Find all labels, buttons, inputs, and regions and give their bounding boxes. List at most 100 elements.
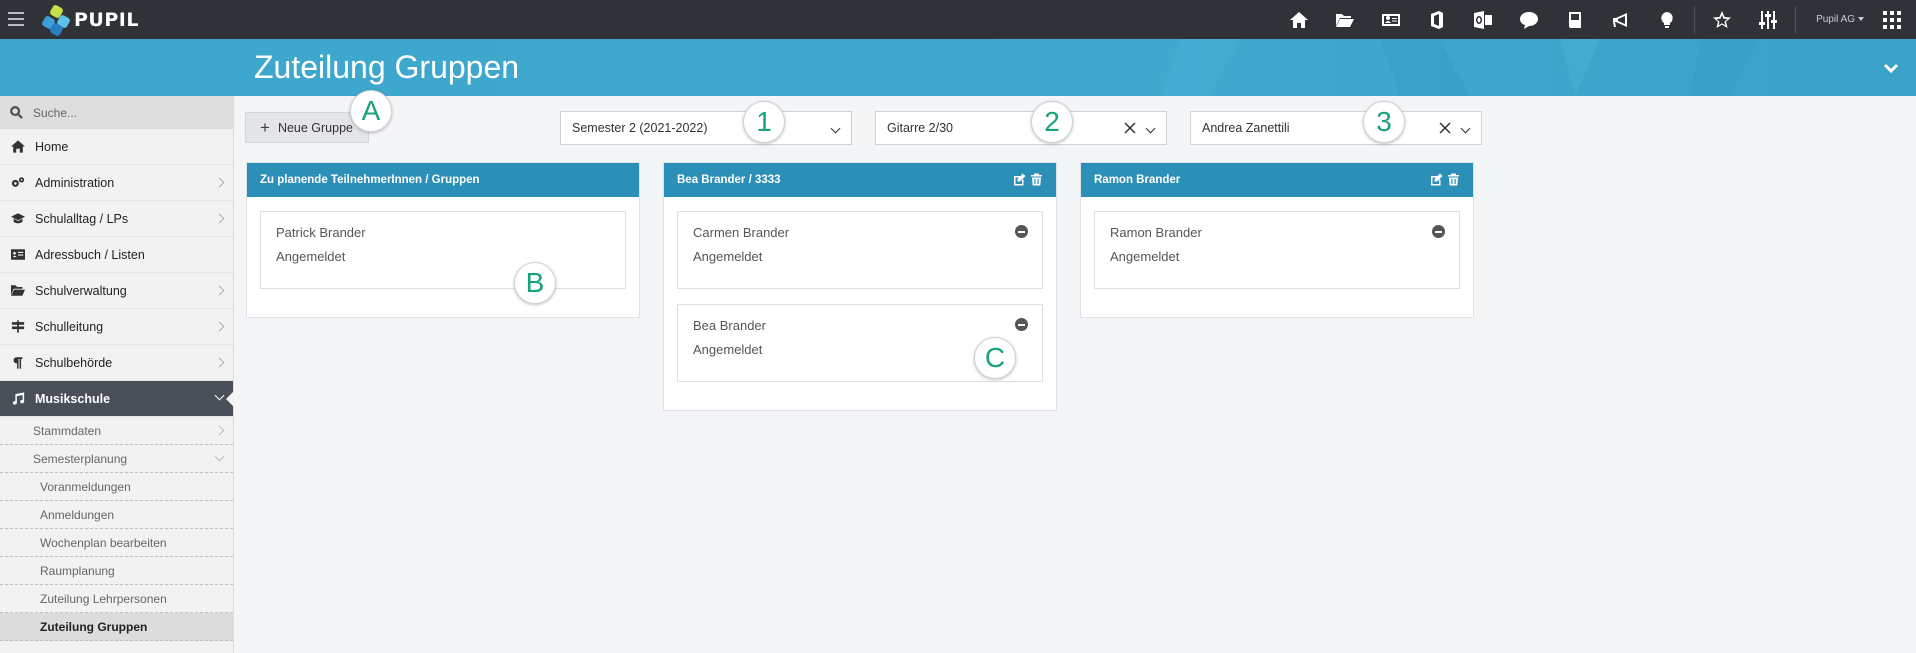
trash-icon[interactable] — [1030, 173, 1043, 186]
annotation-marker-2: 2 — [1031, 101, 1073, 143]
panel-actions — [1009, 173, 1043, 186]
annotation-marker-c: C — [974, 337, 1016, 379]
sidebar-item-label: Home — [35, 139, 69, 154]
sidebar-subitem-anmeldungen[interactable]: Anmeldungen — [0, 501, 233, 529]
search-icon — [10, 106, 23, 119]
participant-status: Angemeldet — [693, 249, 763, 264]
remove-icon[interactable] — [1432, 225, 1445, 238]
sidebar-item-schulleitung[interactable]: Schulleitung — [0, 309, 233, 345]
sliders-icon[interactable] — [1757, 9, 1779, 31]
sidebar: Home Administration Schulalltag / LPs Ad… — [0, 96, 234, 653]
apps-grid-icon[interactable] — [1882, 10, 1902, 30]
sidebar-subitem-label: Voranmeldungen — [40, 479, 131, 494]
sidebar-item-musikschule[interactable]: Musikschule — [0, 381, 234, 417]
semester-select-value: Semester 2 (2021-2022) — [572, 121, 708, 135]
sidebar-item-schulbehoerde[interactable]: Schulbehörde — [0, 345, 233, 381]
sidebar-subitem-stammdaten[interactable]: Stammdaten — [0, 417, 233, 445]
megaphone-icon[interactable] — [1610, 9, 1632, 31]
teacher-select[interactable]: Andrea Zanettili — [1190, 111, 1482, 145]
course-select-value: Gitarre 2/30 — [887, 121, 954, 135]
chevron-down-icon[interactable] — [830, 123, 841, 134]
chevron-down-icon — [214, 451, 225, 462]
trash-icon[interactable] — [1447, 173, 1460, 186]
sidebar-item-label: Adressbuch / Listen — [35, 247, 145, 262]
star-icon[interactable] — [1711, 9, 1733, 31]
sidebar-subitem-semesterplanung[interactable]: Semesterplanung — [0, 445, 233, 473]
panel-header: Ramon Brander — [1081, 163, 1473, 197]
panel-header: Zu planende TeilnehmerInnen / Gruppen — [247, 163, 639, 197]
outlook-icon[interactable] — [1472, 9, 1494, 31]
clear-icon[interactable] — [1124, 122, 1136, 134]
participant-card[interactable]: Patrick Brander Angemeldet — [260, 211, 626, 289]
annotation-marker-b: B — [514, 262, 556, 304]
lightbulb-icon[interactable] — [1656, 9, 1678, 31]
top-icon-bar: Pupil AG — [1276, 0, 1916, 39]
sidebar-item-administration[interactable]: Administration — [0, 165, 233, 201]
panel-title: Zu planende TeilnehmerInnen / Gruppen — [260, 174, 480, 186]
unassigned-panel: Zu planende TeilnehmerInnen / Gruppen Pa… — [246, 162, 640, 318]
participant-name: Patrick Brander — [276, 225, 366, 240]
chevron-right-icon — [214, 177, 225, 188]
search-input[interactable] — [33, 105, 213, 120]
sidebar-item-home[interactable]: Home — [0, 129, 233, 165]
participant-card[interactable]: Carmen Brander Angemeldet — [677, 211, 1043, 289]
participant-status: Angemeldet — [276, 249, 346, 264]
sidebar-subitem-zuteilung-gruppen[interactable]: Zuteilung Gruppen — [0, 613, 233, 641]
sidebar-subitem-wochenplan[interactable]: Wochenplan bearbeiten — [0, 529, 233, 557]
paragraph-icon — [10, 356, 26, 370]
panel-title: Bea Brander / 3333 — [677, 174, 781, 186]
sidebar-item-schulalltag[interactable]: Schulalltag / LPs — [0, 201, 233, 237]
caret-down-icon — [1858, 17, 1864, 22]
address-card-icon[interactable] — [1380, 9, 1402, 31]
sidebar-item-adressbuch[interactable]: Adressbuch / Listen — [0, 237, 233, 273]
page-header-band: Zuteilung Gruppen — [0, 39, 1916, 96]
chevron-down-icon[interactable] — [1145, 123, 1156, 134]
remove-icon[interactable] — [1015, 225, 1028, 238]
sidebar-item-label: Schulalltag / LPs — [35, 211, 129, 226]
edit-icon[interactable] — [1013, 173, 1026, 186]
edit-icon[interactable] — [1430, 173, 1443, 186]
chevron-right-icon — [214, 357, 225, 368]
group-panel: Ramon Brander Ramon Brander Angemeldet — [1080, 162, 1474, 318]
chat-icon[interactable] — [1518, 9, 1540, 31]
clear-icon[interactable] — [1439, 122, 1451, 134]
participant-card[interactable]: Ramon Brander Angemeldet — [1094, 211, 1460, 289]
toolbar-divider — [1694, 5, 1696, 34]
logo-hexagons-icon — [40, 3, 72, 38]
cogs-icon — [10, 176, 26, 190]
page-title: Zuteilung Gruppen — [254, 49, 520, 85]
chevron-down-icon[interactable] — [1460, 123, 1471, 134]
participant-name: Carmen Brander — [693, 225, 790, 240]
office-icon[interactable] — [1426, 9, 1448, 31]
graduation-cap-icon — [10, 212, 26, 226]
sidebar-subitem-raumplanung[interactable]: Raumplanung — [0, 557, 233, 585]
home-icon[interactable] — [1288, 9, 1310, 31]
signpost-icon — [10, 320, 26, 334]
folder-open-icon[interactable] — [1334, 9, 1356, 31]
chevron-down-icon[interactable] — [1883, 60, 1899, 74]
chevron-right-icon — [214, 213, 225, 224]
sidebar-item-schulverwaltung[interactable]: Schulverwaltung — [0, 273, 233, 309]
sidebar-item-label: Schulbehörde — [35, 355, 113, 370]
sidebar-subitem-label: Anmeldungen — [40, 507, 115, 522]
top-bar: PUPIL Pupil AG — [0, 0, 1916, 39]
chevron-right-icon — [214, 321, 225, 332]
book-icon[interactable] — [1564, 9, 1586, 31]
remove-icon[interactable] — [1015, 318, 1028, 331]
toolbar-divider — [1795, 5, 1797, 34]
panel-header: Bea Brander / 3333 — [664, 163, 1056, 197]
menu-icon[interactable] — [8, 12, 24, 26]
user-name: Pupil AG — [1816, 14, 1855, 25]
new-group-label: Neue Gruppe — [277, 120, 353, 135]
sidebar-subitem-zuteilung-lehrpersonen[interactable]: Zuteilung Lehrpersonen — [0, 585, 233, 613]
course-select[interactable]: Gitarre 2/30 — [875, 111, 1167, 145]
sidebar-subitem-label: Raumplanung — [40, 563, 115, 578]
sidebar-item-label: Musikschule — [35, 391, 111, 406]
user-menu[interactable]: Pupil AG — [1816, 14, 1864, 25]
sidebar-item-label: Schulverwaltung — [35, 283, 127, 298]
sidebar-subitem-voranmeldungen[interactable]: Voranmeldungen — [0, 473, 233, 501]
pupil-logo[interactable]: PUPIL — [40, 3, 139, 38]
plus-icon: + — [260, 118, 270, 137]
sidebar-subitem-label: Zuteilung Gruppen — [40, 619, 148, 634]
semester-select[interactable]: Semester 2 (2021-2022) — [560, 111, 852, 145]
